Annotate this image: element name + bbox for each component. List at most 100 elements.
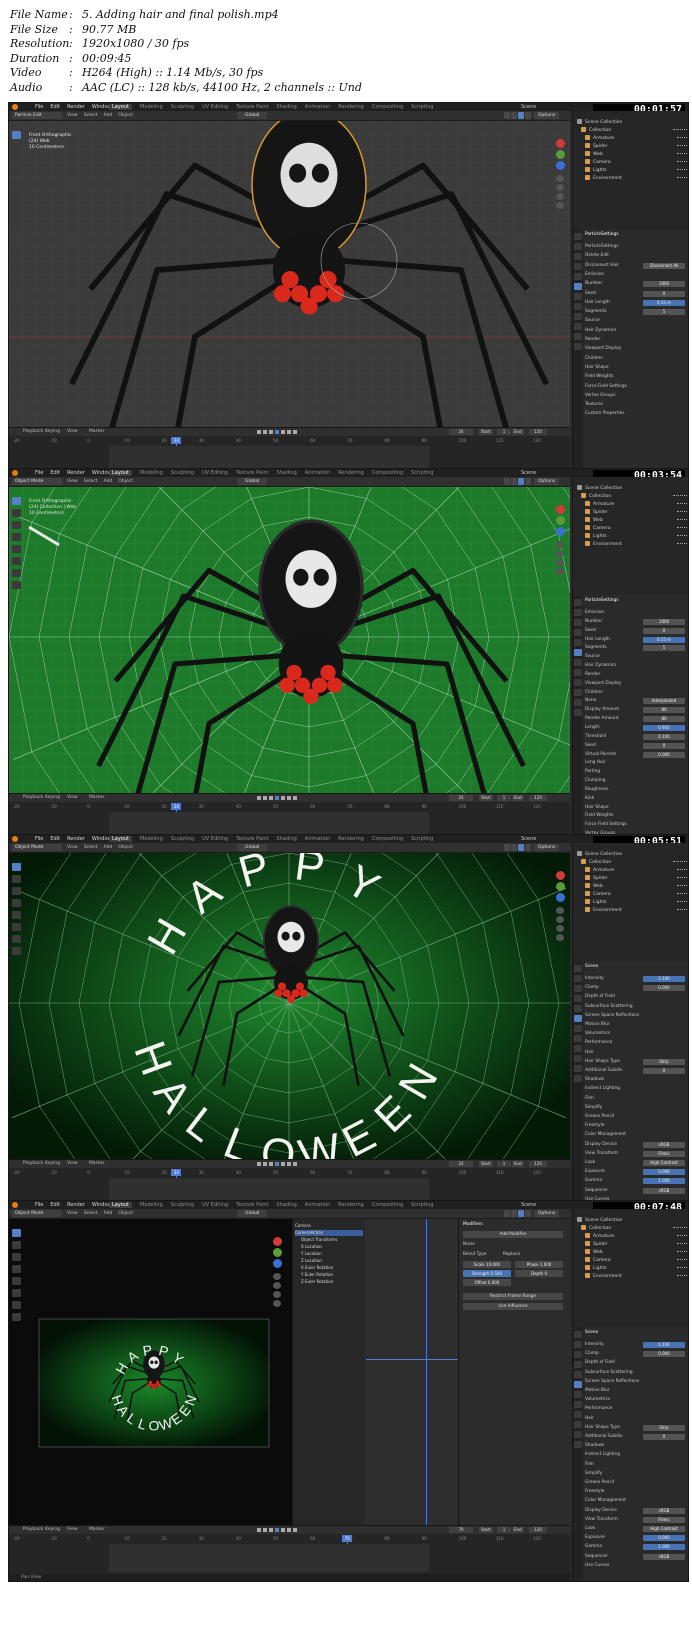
workspace-tab[interactable]: Animation — [305, 1202, 331, 1208]
viewport-menu-item[interactable]: Add — [104, 1211, 113, 1216]
viewport-menu-item[interactable]: Object — [118, 1211, 133, 1216]
outliner-item[interactable]: Spider — [577, 875, 688, 883]
playhead[interactable]: 24 — [171, 803, 182, 810]
properties-tab-icon[interactable] — [574, 333, 582, 340]
property-row[interactable]: Roughness — [585, 786, 687, 794]
viewport-menu-item[interactable]: Select — [84, 479, 98, 484]
property-row[interactable]: Indirect Lighting — [585, 1085, 687, 1093]
properties-tab-icon[interactable] — [574, 283, 582, 290]
use-influence-toggle[interactable]: Use Influence — [463, 1303, 563, 1310]
workspace-tab[interactable]: Compositing — [372, 1202, 403, 1208]
property-value-field[interactable]: sRGB — [643, 1507, 685, 1514]
current-frame-field[interactable]: 24 — [449, 1161, 473, 1167]
property-row[interactable]: Viewport Display — [585, 680, 687, 688]
timeline-menu-item[interactable]: View — [67, 428, 78, 436]
options-dropdown[interactable]: Options — [534, 478, 560, 485]
playback-control-button[interactable] — [257, 1528, 261, 1532]
property-row[interactable]: Source — [585, 653, 687, 661]
properties-tab-icon[interactable] — [574, 995, 582, 1002]
property-value-field[interactable]: 0.15 m — [643, 299, 685, 306]
property-value-field[interactable]: High Contrast — [643, 1526, 685, 1532]
outliner-item[interactable]: Collection — [577, 1225, 688, 1233]
visibility-toggle-icon[interactable] — [677, 885, 688, 890]
property-row[interactable]: Children — [585, 689, 687, 697]
property-value-field[interactable]: High Contrast — [643, 1160, 685, 1166]
x-axis-icon[interactable] — [273, 1237, 282, 1246]
viewport-menu-item[interactable]: Object — [118, 113, 133, 118]
workspace-tab[interactable]: Sculpting — [171, 1202, 194, 1208]
measure-tool-icon[interactable] — [12, 581, 21, 589]
properties-tab-icon[interactable] — [574, 689, 582, 696]
measure-tool-icon[interactable] — [12, 215, 21, 223]
viewport-menu-item[interactable]: Add — [104, 845, 113, 850]
navigation-gizmo[interactable] — [554, 139, 567, 209]
menu-item[interactable]: File — [35, 1202, 43, 1208]
timeline-menu-item[interactable]: Playback — [23, 428, 43, 436]
property-value-field[interactable]: 0 — [643, 1434, 685, 1440]
workspace-tab[interactable]: Animation — [305, 836, 331, 842]
outliner-item[interactable]: Environment — [577, 541, 688, 549]
outliner-item[interactable]: Spider — [577, 509, 688, 517]
workspace-tab[interactable]: Rendering — [338, 1202, 364, 1208]
end-frame-field[interactable]: 120 — [529, 1161, 547, 1167]
viewport-menu-item[interactable]: Select — [84, 845, 98, 850]
annotate-tool-icon[interactable] — [12, 569, 21, 577]
viewport-menu-item[interactable]: View — [67, 479, 78, 484]
property-value-field[interactable]: 0.000 — [643, 1351, 685, 1358]
property-value-field[interactable]: 0.100 — [643, 733, 685, 740]
properties-tab-icon[interactable] — [574, 649, 582, 656]
property-row[interactable]: Render — [585, 671, 687, 679]
properties-tab-icon[interactable] — [574, 1055, 582, 1062]
measure-tool-icon[interactable] — [12, 947, 21, 955]
restrict-frame-range-toggle[interactable]: Restrict Frame Range — [463, 1293, 563, 1300]
property-row[interactable]: Look High Contrast — [585, 1159, 687, 1167]
properties-tab-icon[interactable] — [574, 669, 582, 676]
property-value-field[interactable]: sRGB — [643, 1141, 685, 1148]
scene-selector[interactable]: Scene — [521, 835, 536, 843]
annotate-tool-icon[interactable] — [12, 935, 21, 943]
end-frame-field[interactable]: 120 — [529, 795, 547, 801]
menu-item[interactable]: Edit — [50, 104, 60, 110]
animation-channel[interactable]: Z Euler Rotation — [295, 1279, 369, 1285]
visibility-toggle-icon[interactable] — [677, 137, 688, 142]
y-axis-icon[interactable] — [273, 1248, 282, 1257]
shading-mode-button[interactable] — [525, 844, 531, 851]
property-row[interactable]: Seed 0 — [585, 742, 687, 750]
timeline-menu-item[interactable]: Marker — [89, 428, 105, 436]
visibility-toggle-icon[interactable] — [677, 153, 688, 158]
timeline-menu-item[interactable]: Playback — [23, 1160, 43, 1168]
end-frame-field[interactable]: 120 — [529, 429, 547, 435]
property-row[interactable]: Display Amount 80 — [585, 706, 687, 714]
property-row[interactable]: Gamma 1.000 — [585, 1177, 687, 1185]
playback-control-button[interactable] — [263, 430, 267, 434]
visibility-toggle-icon[interactable] — [677, 1235, 688, 1240]
workspace-tab[interactable]: UV Editing — [202, 470, 228, 476]
camera-view-icon[interactable] — [556, 193, 564, 200]
viewport-menu-item[interactable]: Add — [104, 479, 113, 484]
workspace-tab[interactable]: Scripting — [411, 836, 433, 842]
shading-mode-button[interactable] — [504, 844, 510, 851]
visibility-toggle-icon[interactable] — [673, 1227, 687, 1232]
workspace-tab[interactable]: Compositing — [372, 104, 403, 110]
property-row[interactable]: Film — [585, 1461, 687, 1469]
menu-item[interactable]: Render — [67, 836, 85, 842]
zoom-icon[interactable] — [556, 175, 564, 182]
animation-channel[interactable]: Y Location — [295, 1251, 369, 1257]
visibility-toggle-icon[interactable] — [677, 1251, 688, 1256]
property-row[interactable]: Film — [585, 1095, 687, 1103]
property-row[interactable]: ParticleSettings — [585, 243, 687, 251]
properties-tab-icon[interactable] — [574, 1005, 582, 1012]
timeline-menu-item[interactable]: Playback — [23, 1526, 43, 1534]
property-row[interactable]: Simplify — [585, 1104, 687, 1112]
property-row[interactable]: Gamma 1.000 — [585, 1543, 687, 1551]
property-row[interactable]: Hair — [585, 1049, 687, 1057]
properties-tab-icon[interactable] — [574, 293, 582, 300]
timeline-track-area[interactable] — [109, 1544, 429, 1572]
start-frame-field[interactable]: 1 — [497, 795, 511, 801]
property-value-field[interactable]: 0 — [643, 742, 685, 749]
visibility-toggle-icon[interactable] — [677, 1243, 688, 1248]
property-row[interactable]: View Transform Filmic — [585, 1150, 687, 1158]
shading-mode-button[interactable] — [511, 478, 517, 485]
playback-control-button[interactable] — [281, 1162, 285, 1166]
workspace-tab[interactable]: Shading — [276, 836, 296, 842]
